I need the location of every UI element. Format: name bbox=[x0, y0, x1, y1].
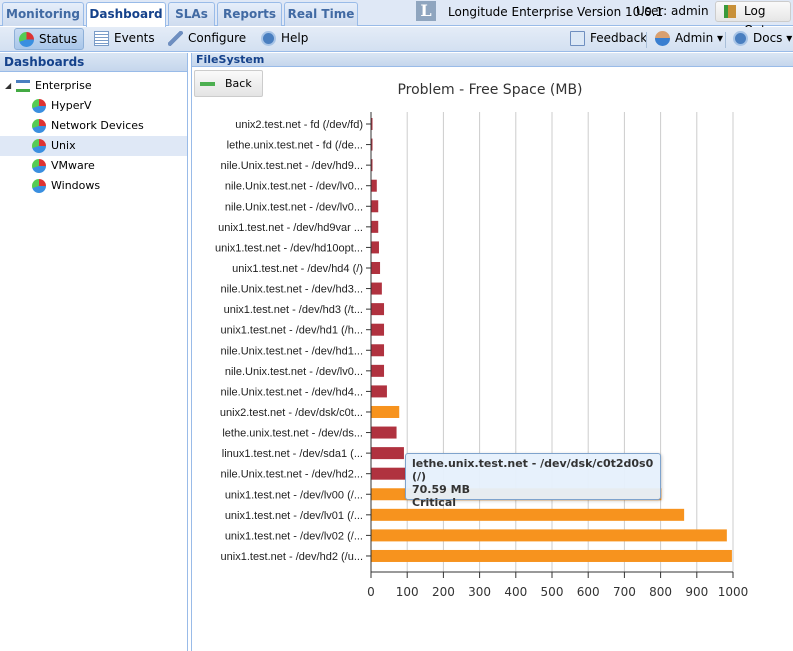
x-tick-label: 800 bbox=[649, 585, 672, 599]
y-tick-label: unix2.test.net - fd (/dev/fd) bbox=[235, 119, 363, 131]
x-tick-label: 400 bbox=[504, 585, 527, 599]
y-tick-label: nile.Unix.test.net - /dev/lv0... bbox=[225, 181, 363, 193]
y-tick-label: nile.Unix.test.net - /dev/hd4... bbox=[221, 386, 363, 398]
bar-critical[interactable] bbox=[371, 467, 406, 480]
x-tick-label: 200 bbox=[432, 585, 455, 599]
x-tick-label: 0 bbox=[367, 585, 375, 599]
y-tick-label: unix1.test.net - /dev/lv00 (/... bbox=[225, 489, 363, 501]
chart-tooltip: lethe.unix.test.net - /dev/dsk/c0t2d0s0 … bbox=[405, 453, 661, 509]
bar-critical[interactable] bbox=[371, 323, 385, 336]
y-tick-label: unix1.test.net - /dev/hd3 (/t... bbox=[224, 304, 363, 316]
x-tick-label: 600 bbox=[577, 585, 600, 599]
y-tick-label: unix1.test.net - /dev/hd1 (/h... bbox=[221, 325, 363, 337]
x-tick-label: 900 bbox=[685, 585, 708, 599]
y-tick-label: unix1.test.net - /dev/lv01 (/... bbox=[225, 510, 363, 522]
y-tick-label: nile.Unix.test.net - /dev/lv0... bbox=[225, 201, 363, 213]
free-space-bar-chart: Problem - Free Space (MB) 0 100 200 300 400 5… bbox=[215, 82, 749, 599]
y-tick-label: lethe.unix.test.net - fd (/de... bbox=[227, 140, 363, 152]
x-tick-label: 300 bbox=[468, 585, 491, 599]
x-tick-label: 500 bbox=[541, 585, 564, 599]
bar-critical[interactable] bbox=[371, 200, 379, 213]
y-tick-label: unix1.test.net - /dev/hd4 (/) bbox=[232, 263, 363, 275]
bar-critical[interactable] bbox=[371, 426, 397, 439]
tooltip-value: 70.59 MB bbox=[412, 483, 470, 496]
y-tick-label: unix1.test.net - /dev/hd2 (/u... bbox=[221, 551, 363, 563]
bar-critical[interactable] bbox=[371, 241, 379, 254]
y-tick-label: nile.Unix.test.net - /dev/hd3... bbox=[221, 284, 363, 296]
bar-critical[interactable] bbox=[371, 364, 385, 377]
y-tick-label: linux1.test.net - /dev/sda1 (... bbox=[222, 448, 363, 460]
bar-warning[interactable] bbox=[371, 508, 685, 521]
y-tick-label: nile.Unix.test.net - /dev/hd2... bbox=[221, 469, 363, 481]
bar-critical[interactable] bbox=[371, 282, 382, 295]
y-tick-label: nile.Unix.test.net - /dev/lv0... bbox=[225, 366, 363, 378]
x-tick-label: 100 bbox=[396, 585, 419, 599]
bar-critical[interactable] bbox=[371, 303, 385, 316]
y-tick-label: unix2.test.net - /dev/dsk/c0t... bbox=[220, 407, 363, 419]
bar-critical[interactable] bbox=[371, 385, 387, 398]
y-tick-label: nile.Unix.test.net - /dev/hd9... bbox=[221, 160, 363, 172]
bar-critical[interactable] bbox=[371, 447, 404, 460]
bar-warning[interactable] bbox=[371, 549, 732, 562]
chart-title: Problem - Free Space (MB) bbox=[397, 82, 582, 98]
bar-warning[interactable] bbox=[371, 405, 400, 418]
y-tick-label: unix1.test.net - /dev/hd9var ... bbox=[218, 222, 363, 234]
x-tick-label: 1000 bbox=[718, 585, 749, 599]
bar-critical[interactable] bbox=[371, 344, 385, 357]
bar-critical[interactable] bbox=[371, 220, 379, 233]
bar-critical[interactable] bbox=[371, 261, 381, 274]
y-tick-label: unix1.test.net - /dev/hd10opt... bbox=[215, 242, 363, 254]
y-tick-label: lethe.unix.test.net - /dev/ds... bbox=[222, 428, 363, 440]
bar-warning[interactable] bbox=[371, 529, 727, 542]
tooltip-status: Critical bbox=[412, 496, 457, 509]
y-tick-label: nile.Unix.test.net - /dev/hd1... bbox=[221, 345, 363, 357]
x-tick-label: 700 bbox=[613, 585, 636, 599]
y-tick-label: unix1.test.net - /dev/lv02 (/... bbox=[225, 530, 363, 542]
tooltip-series: lethe.unix.test.net - /dev/dsk/c0t2d0s0 … bbox=[412, 457, 654, 483]
bar-critical[interactable] bbox=[371, 179, 377, 192]
